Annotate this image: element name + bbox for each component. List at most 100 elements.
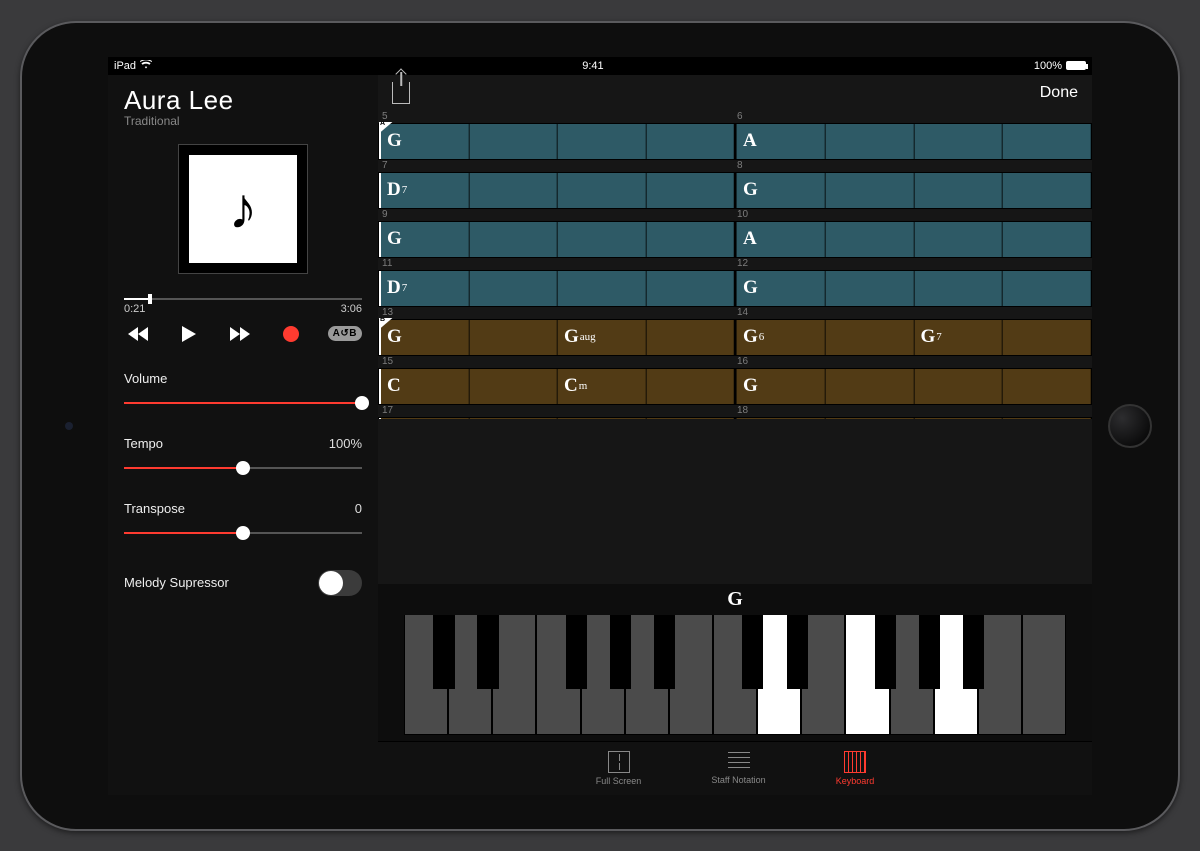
chord-cell[interactable] <box>914 369 1003 404</box>
tab-full-screen[interactable]: Full Screen <box>596 751 642 786</box>
chord-cell[interactable]: D7 <box>379 271 469 306</box>
chord-cell[interactable] <box>1002 124 1091 159</box>
share-icon[interactable] <box>392 82 410 104</box>
chord-cell[interactable] <box>914 222 1003 257</box>
chord-cell[interactable] <box>825 369 914 404</box>
black-key[interactable] <box>654 615 675 689</box>
progress-bar[interactable]: 0:21 3:06 <box>124 298 362 315</box>
chord-cell[interactable] <box>914 271 1003 306</box>
chord-cell[interactable] <box>469 173 558 208</box>
tab-bar: Full Screen Staff Notation Keyboard <box>378 741 1092 795</box>
chord-cell[interactable] <box>825 271 914 306</box>
tab-staff-notation[interactable]: Staff Notation <box>711 752 765 785</box>
white-key[interactable] <box>669 615 713 735</box>
status-battery-pct: 100% <box>1034 60 1062 72</box>
chord-cell[interactable] <box>557 222 646 257</box>
chord-cell[interactable]: A <box>736 124 825 159</box>
tempo-slider[interactable] <box>124 461 362 475</box>
chord-cell[interactable] <box>1002 271 1091 306</box>
white-key[interactable] <box>492 615 536 735</box>
chord-cell[interactable] <box>914 173 1003 208</box>
chord-cell[interactable] <box>1002 222 1091 257</box>
white-key[interactable] <box>1022 615 1066 735</box>
black-key[interactable] <box>875 615 896 689</box>
chord-cell[interactable] <box>1002 369 1091 404</box>
chord-cell[interactable] <box>646 271 735 306</box>
black-key[interactable] <box>919 615 940 689</box>
chord-cell[interactable]: G <box>736 271 825 306</box>
white-key[interactable] <box>978 615 1022 735</box>
rewind-button[interactable] <box>124 323 152 345</box>
record-button[interactable] <box>277 323 305 345</box>
chord-cell[interactable] <box>1002 173 1091 208</box>
chord-cell[interactable] <box>646 369 735 404</box>
transpose-slider[interactable] <box>124 526 362 540</box>
chord-row[interactable]: D7 G <box>378 172 1092 209</box>
chord-cell[interactable] <box>557 271 646 306</box>
black-key[interactable] <box>787 615 808 689</box>
chord-cell[interactable] <box>825 173 914 208</box>
chord-cell[interactable] <box>646 418 735 419</box>
chord-cell[interactable] <box>379 418 469 419</box>
chord-cell[interactable] <box>469 222 558 257</box>
chord-cell[interactable]: G <box>379 124 469 159</box>
chord-cell[interactable] <box>469 320 558 355</box>
chord-cell[interactable] <box>825 124 914 159</box>
chord-cell[interactable]: G7 <box>914 320 1003 355</box>
black-key[interactable] <box>742 615 763 689</box>
done-button[interactable]: Done <box>1040 84 1078 102</box>
chord-cell[interactable] <box>469 271 558 306</box>
black-key[interactable] <box>433 615 454 689</box>
chord-cell[interactable]: Gaug <box>557 320 646 355</box>
chord-cell[interactable]: Cm <box>557 369 646 404</box>
chord-row[interactable]: GA <box>378 221 1092 258</box>
chord-cell[interactable]: G <box>736 369 825 404</box>
chord-cell[interactable] <box>469 124 558 159</box>
chord-cell[interactable] <box>914 124 1003 159</box>
fast-forward-button[interactable] <box>226 323 254 345</box>
chord-cell[interactable]: G <box>379 320 469 355</box>
black-key[interactable] <box>566 615 587 689</box>
chord-cell[interactable] <box>469 418 558 419</box>
chord-row[interactable]: C Cm G <box>378 368 1092 405</box>
home-button[interactable] <box>1108 404 1152 448</box>
chord-cell[interactable] <box>469 369 558 404</box>
chord-cell[interactable] <box>1002 320 1091 355</box>
play-button[interactable] <box>175 323 203 345</box>
piano-keyboard[interactable] <box>404 615 1066 735</box>
black-key[interactable] <box>477 615 498 689</box>
chord-row[interactable]: AGA <box>378 123 1092 160</box>
melody-suppressor-toggle[interactable] <box>318 570 362 596</box>
chord-cell[interactable] <box>914 418 1003 419</box>
ab-loop-button[interactable]: A↺B <box>328 326 362 341</box>
chord-cell[interactable] <box>646 320 735 355</box>
chord-cell[interactable] <box>736 418 825 419</box>
chord-cell[interactable]: C <box>379 369 469 404</box>
chord-cell[interactable]: D7 <box>379 173 469 208</box>
chord-cell[interactable] <box>646 222 735 257</box>
black-key[interactable] <box>963 615 984 689</box>
chord-cell[interactable] <box>557 173 646 208</box>
chord-cell[interactable] <box>557 124 646 159</box>
chord-cell[interactable] <box>825 222 914 257</box>
chord-chart[interactable]: 56AGA78D7G910GA1112D7G1314BGGaugG6G71516… <box>378 111 1092 584</box>
album-art[interactable]: ♪ <box>178 144 308 274</box>
chord-cell[interactable]: A <box>736 222 825 257</box>
volume-slider[interactable] <box>124 396 362 410</box>
chord-cell[interactable]: G6 <box>736 320 825 355</box>
chord-cell[interactable] <box>646 173 735 208</box>
chord-cell[interactable] <box>825 320 914 355</box>
black-key[interactable] <box>610 615 631 689</box>
tab-keyboard[interactable]: Keyboard <box>836 751 875 786</box>
chord-row[interactable]: D7 G <box>378 270 1092 307</box>
chord-cell[interactable]: G <box>736 173 825 208</box>
chord-cell[interactable] <box>1002 418 1091 419</box>
chord-cell[interactable]: G <box>379 222 469 257</box>
chord-cell[interactable] <box>646 124 735 159</box>
white-key[interactable] <box>801 615 845 735</box>
tempo-value: 100% <box>329 436 362 451</box>
chord-row[interactable]: BGGaugG6G7 <box>378 319 1092 356</box>
chord-cell[interactable] <box>825 418 914 419</box>
chord-row[interactable] <box>378 417 1092 419</box>
chord-cell[interactable] <box>557 418 646 419</box>
